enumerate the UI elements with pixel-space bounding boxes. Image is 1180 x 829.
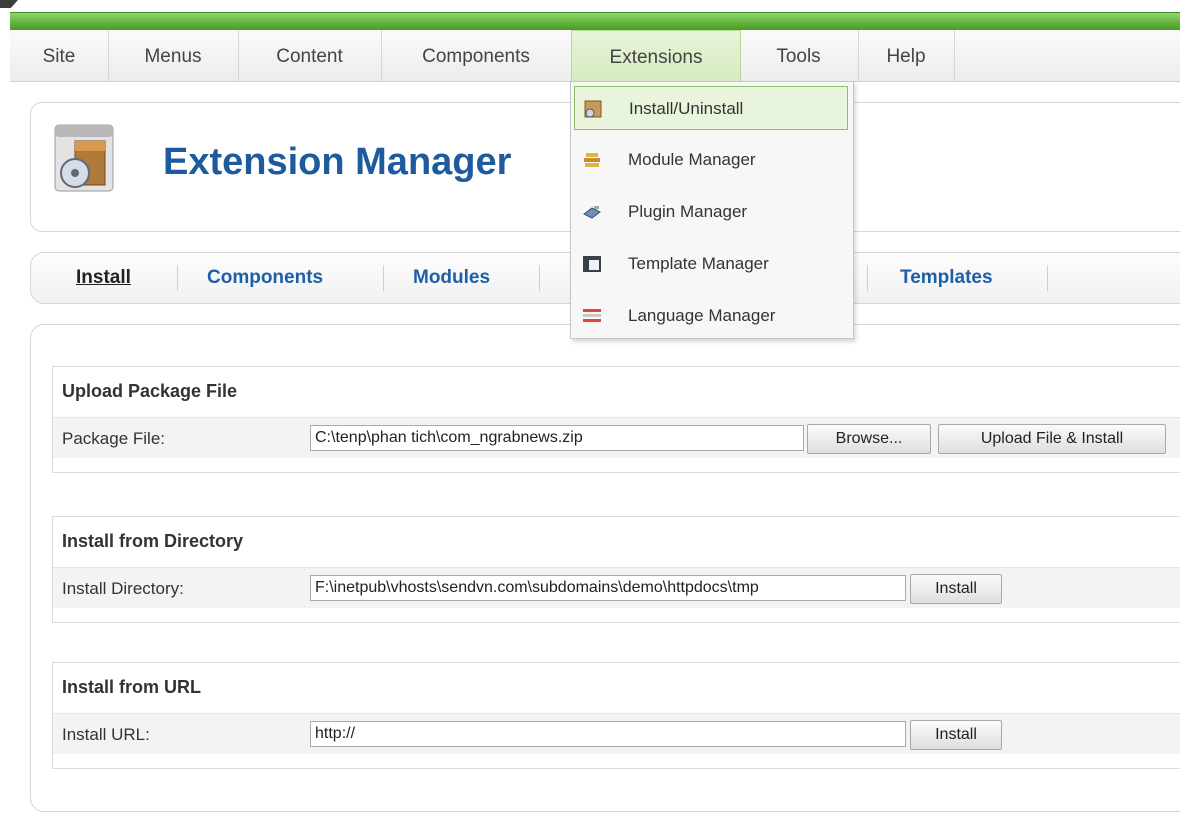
menu-content[interactable]: Content (238, 30, 382, 81)
section-row: Install Directory: F:\inetpub\vhosts\sen… (53, 567, 1180, 608)
install-url-section: Install from URL Install URL: http:// In… (52, 662, 1180, 769)
menu-menus[interactable]: Menus (108, 30, 239, 81)
section-row: Install URL: http:// Install (53, 713, 1180, 754)
menu-help[interactable]: Help (858, 30, 955, 81)
language-icon (583, 309, 601, 322)
tab-separator (177, 265, 178, 291)
tab-separator (539, 265, 540, 291)
install-icon (584, 100, 602, 118)
top-strip (0, 0, 1180, 12)
extensions-dropdown: Install/Uninstall Module Manager Plugin … (570, 81, 854, 339)
module-icon (584, 153, 600, 167)
install-directory-input[interactable]: F:\inetpub\vhosts\sendvn.com\subdomains\… (310, 575, 906, 601)
menu-tools[interactable]: Tools (739, 30, 859, 81)
dropdown-item-plugin-manager[interactable]: Plugin Manager (574, 190, 848, 234)
corner-mark (0, 0, 18, 8)
browse-button[interactable]: Browse... (807, 424, 931, 454)
menu-components[interactable]: Components (381, 30, 572, 81)
install-url-input[interactable]: http:// (310, 721, 906, 747)
section-title: Install from Directory (62, 531, 244, 551)
dropdown-item-label: Language Manager (628, 306, 776, 325)
upload-package-section: Upload Package File Package File: C:\ten… (52, 366, 1180, 473)
dropdown-item-label: Module Manager (628, 150, 756, 169)
section-title: Upload Package File (62, 381, 238, 401)
plugin-icon (583, 206, 601, 219)
install-url-button[interactable]: Install (910, 720, 1002, 750)
install-directory-label: Install Directory: (62, 579, 184, 598)
tab-install[interactable]: Install (76, 253, 131, 303)
tab-components[interactable]: Components (207, 253, 323, 303)
dropdown-item-module-manager[interactable]: Module Manager (574, 138, 848, 182)
dropdown-item-label: Template Manager (628, 254, 769, 273)
dropdown-item-install-uninstall[interactable]: Install/Uninstall (574, 86, 848, 130)
dropdown-item-template-manager[interactable]: Template Manager (574, 242, 848, 286)
install-url-label: Install URL: (62, 725, 150, 744)
dropdown-item-language-manager[interactable]: Language Manager (574, 294, 848, 338)
tab-separator (867, 265, 868, 291)
main-menubar: Site Menus Content Components Extensions… (10, 30, 1180, 82)
install-directory-button[interactable]: Install (910, 574, 1002, 604)
admin-header-bar (10, 12, 1180, 30)
menu-site[interactable]: Site (10, 30, 109, 81)
menu-extensions[interactable]: Extensions (571, 30, 741, 82)
package-file-input[interactable]: C:\tenp\phan tich\com_ngrabnews.zip (310, 425, 804, 451)
extension-manager-icon (54, 124, 114, 192)
install-directory-section: Install from Directory Install Directory… (52, 516, 1180, 623)
page-title: Extension Manager (163, 141, 512, 183)
tab-separator (383, 265, 384, 291)
package-file-label: Package File: (62, 429, 165, 448)
tab-separator (1047, 265, 1048, 291)
upload-install-button[interactable]: Upload File & Install (938, 424, 1166, 454)
dropdown-item-label: Plugin Manager (628, 202, 748, 221)
dropdown-item-label: Install/Uninstall (629, 99, 744, 118)
template-icon (583, 256, 601, 272)
tab-modules[interactable]: Modules (413, 253, 490, 303)
section-title: Install from URL (62, 677, 202, 697)
section-row: Package File: C:\tenp\phan tich\com_ngra… (53, 417, 1180, 458)
tab-templates[interactable]: Templates (900, 253, 993, 303)
